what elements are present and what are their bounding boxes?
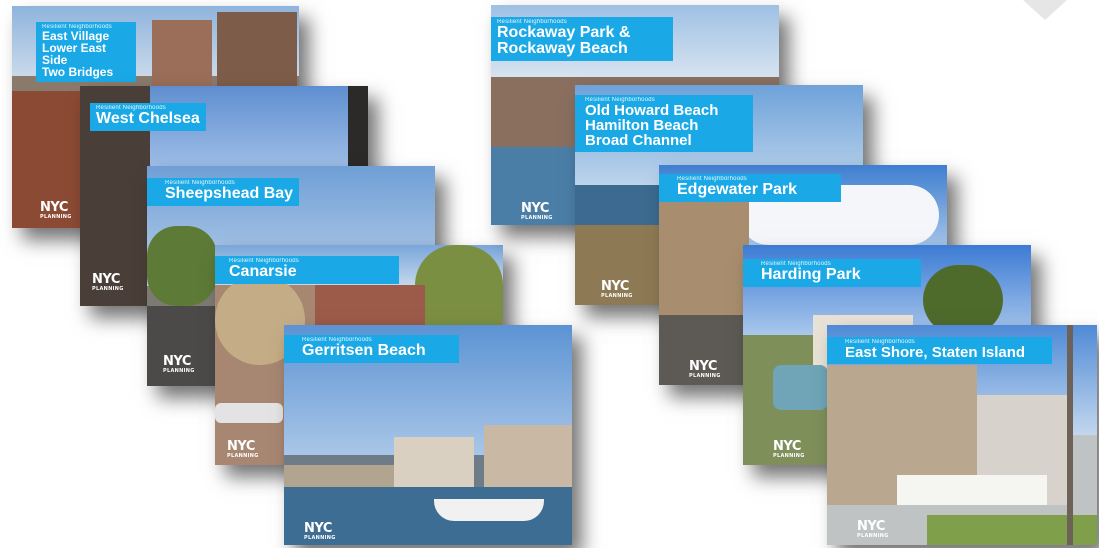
nyc-planning-logo: NYC PLANNING — [304, 521, 336, 541]
nyc-planning-logo: NYC PLANNING — [92, 272, 124, 292]
fence-image — [897, 475, 1047, 505]
card-title-line: Rockaway Beach — [497, 40, 628, 57]
nyc-planning-logo: NYC PLANNING — [227, 439, 259, 459]
nyc-planning-logo: NYC PLANNING — [40, 200, 72, 220]
house-image — [484, 425, 572, 487]
card-subtitle: Resilient Neighborhoods — [585, 97, 655, 103]
card-banner: Resilient Neighborhoods Old Howard Beach… — [575, 95, 753, 152]
corner-decoration — [1023, 0, 1067, 20]
card-gerritsen-beach[interactable]: Resilient Neighborhoods Gerritsen Beach … — [284, 325, 572, 545]
nyc-planning-logo: NYC PLANNING — [857, 519, 889, 539]
card-title-line: Old Howard Beach — [585, 102, 719, 119]
card-subtitle: Resilient Neighborhoods — [677, 176, 747, 182]
card-title-line: Rockaway Park & — [497, 24, 631, 41]
nyc-planning-logo: NYC PLANNING — [163, 354, 195, 374]
card-banner: Resilient Neighborhoods East Village Low… — [36, 22, 136, 82]
card-title: Canarsie — [229, 263, 297, 280]
card-banner: Resilient Neighborhoods Edgewater Park — [659, 174, 841, 202]
car-image — [773, 365, 828, 410]
card-banner: Resilient Neighborhoods Sheepshead Bay — [147, 178, 300, 206]
building-image — [217, 12, 297, 92]
card-subtitle: Resilient Neighborhoods — [497, 19, 567, 25]
card-banner: Resilient Neighborhoods Canarsie — [215, 256, 399, 284]
card-subtitle: Resilient Neighborhoods — [165, 180, 235, 186]
card-title: East Shore, Staten Island — [845, 344, 1026, 361]
house-image — [394, 437, 474, 487]
card-subtitle: Resilient Neighborhoods — [96, 105, 166, 111]
car-image — [215, 403, 283, 423]
building-image — [348, 86, 368, 166]
card-title: Sheepshead Bay — [165, 185, 294, 202]
card-title-line: Lower East Side — [42, 41, 107, 67]
building-image — [152, 20, 212, 90]
card-title: Edgewater Park — [677, 181, 798, 198]
card-subtitle: Resilient Neighborhoods — [42, 24, 112, 30]
card-subtitle: Resilient Neighborhoods — [845, 339, 915, 345]
card-title-line: Two Bridges — [42, 65, 114, 79]
boat-image — [434, 499, 544, 521]
card-banner: Resilient Neighborhoods Harding Park — [743, 259, 921, 287]
card-banner: Resilient Neighborhoods Gerritsen Beach — [284, 335, 459, 363]
nyc-planning-logo: NYC PLANNING — [689, 359, 721, 379]
nyc-planning-logo: NYC PLANNING — [521, 201, 553, 221]
card-banner: Resilient Neighborhoods Rockaway Park & … — [491, 17, 673, 61]
card-subtitle: Resilient Neighborhoods — [302, 337, 372, 343]
card-title: West Chelsea — [96, 110, 200, 127]
card-banner: Resilient Neighborhoods East Shore, Stat… — [827, 337, 1052, 364]
card-banner: Resilient Neighborhoods West Chelsea — [90, 103, 206, 131]
nyc-planning-logo: NYC PLANNING — [773, 439, 805, 459]
card-east-shore[interactable]: Resilient Neighborhoods East Shore, Stat… — [827, 325, 1097, 545]
card-title-line: Hamilton Beach — [585, 117, 699, 134]
card-subtitle: Resilient Neighborhoods — [761, 261, 831, 267]
card-title-line: Broad Channel — [585, 132, 692, 149]
card-title: Harding Park — [761, 266, 861, 283]
card-subtitle: Resilient Neighborhoods — [229, 258, 299, 264]
utility-pole-image — [1067, 325, 1073, 545]
tree-image — [147, 226, 217, 306]
card-title: Gerritsen Beach — [302, 342, 426, 359]
nyc-planning-logo: NYC PLANNING — [601, 279, 633, 299]
